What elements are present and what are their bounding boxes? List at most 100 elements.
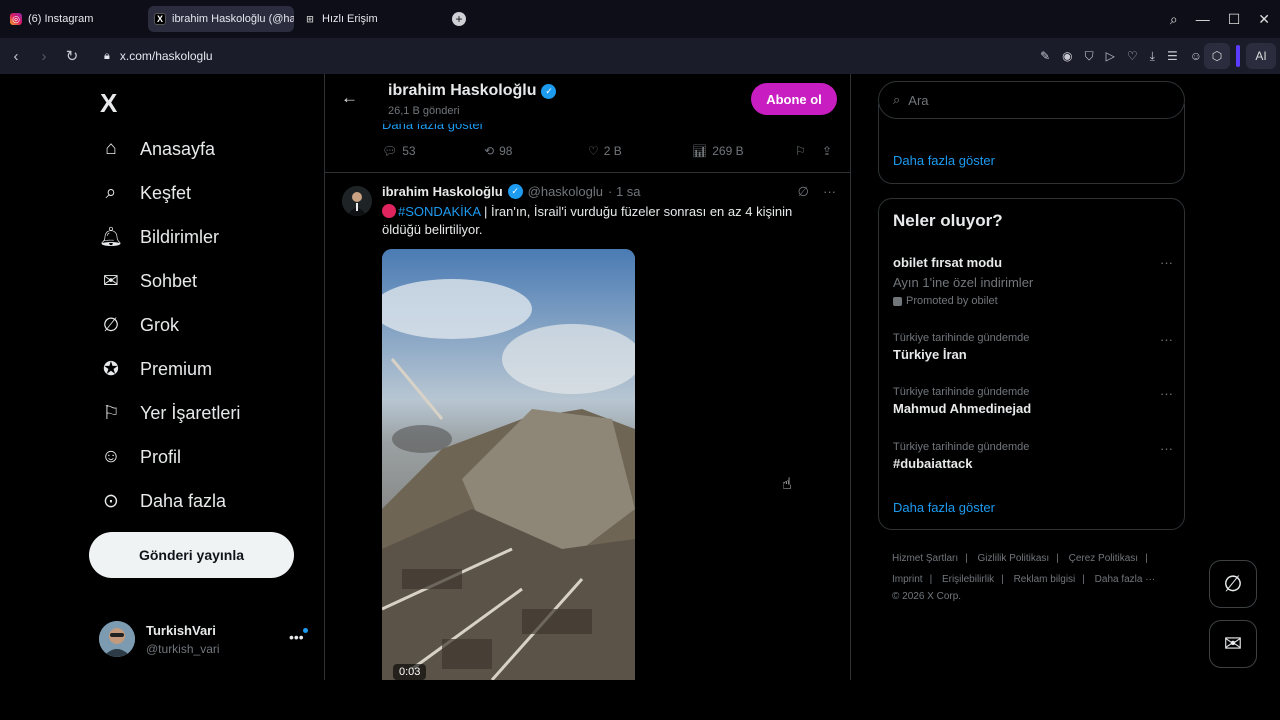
- show-more-link[interactable]: Daha fazla göster: [893, 153, 995, 168]
- lock-icon: 🔒︎: [104, 49, 110, 62]
- reply-button[interactable]: 💬︎ 53: [382, 144, 416, 158]
- minimize-icon[interactable]: —: [1196, 11, 1210, 27]
- profile-icon: ☺: [101, 446, 121, 467]
- red-circle-emoji-icon: [382, 204, 396, 218]
- repost-icon: ⟲: [484, 144, 495, 158]
- profile-timeline: ← ibrahim Haskoloğlu ✓ 26,1 B gönderi Ab…: [324, 74, 851, 680]
- repost-button[interactable]: ⟲ 98: [484, 144, 512, 158]
- footer-link[interactable]: Reklam bilgisi: [1014, 574, 1076, 585]
- post-count: 26,1 B gönderi: [388, 105, 460, 117]
- hand-cursor-icon: ☝: [782, 476, 792, 493]
- tweet-author-name[interactable]: ibrahim Haskoloğlu: [382, 184, 503, 199]
- x-logo-icon[interactable]: X: [100, 88, 117, 119]
- nav-home[interactable]: ⌂ Anasayfa: [100, 138, 215, 160]
- left-navigation: X ⌂ Anasayfa ⌕ Keşfet 🔔︎ Bildirimler ✉ S…: [0, 74, 324, 680]
- back-icon[interactable]: ‹: [2, 48, 30, 65]
- account-icon[interactable]: ☺: [1190, 49, 1202, 63]
- reload-icon[interactable]: ↻: [58, 47, 86, 65]
- account-switcher[interactable]: TurkishVari @turkish_vari •••: [99, 621, 314, 661]
- show-more-link[interactable]: Daha fazla göster: [893, 500, 995, 515]
- tweet-author-handle[interactable]: @haskologlu: [528, 184, 603, 199]
- messages-fab-button[interactable]: ✉: [1209, 620, 1257, 668]
- share-button[interactable]: ⇪: [822, 144, 832, 158]
- bookmark-icon: ⚐: [102, 402, 120, 424]
- close-icon[interactable]: ✕: [1258, 11, 1270, 28]
- play-icon[interactable]: ▷: [1106, 49, 1115, 63]
- more-icon[interactable]: ···: [823, 184, 836, 200]
- footer-link[interactable]: Hizmet Şartları: [892, 553, 958, 564]
- nav-explore[interactable]: ⌕ Keşfet: [100, 182, 191, 204]
- bookmark-button[interactable]: ⚐: [795, 144, 806, 158]
- more-icon[interactable]: ···: [1160, 386, 1173, 401]
- search-input[interactable]: ⌕ Ara: [878, 81, 1185, 119]
- tab-x-profile[interactable]: X ibrahim Haskoloğlu (@has: [148, 6, 294, 32]
- account-handle: @turkish_vari: [146, 642, 220, 656]
- trend-item[interactable]: Türkiye tarihinde gündemde Mahmud Ahmedi…: [893, 386, 1173, 416]
- tab-quick-access[interactable]: ⊞ Hızlı Erişim: [298, 6, 448, 32]
- x-icon: X: [154, 13, 166, 25]
- more-icon[interactable]: ···: [1160, 255, 1173, 270]
- window-controls: ⌕ — ☐ ✕: [1170, 0, 1280, 38]
- grok-fab-button[interactable]: ∅: [1209, 560, 1257, 608]
- letterbox-strip: [0, 680, 1280, 720]
- footer-link[interactable]: Çerez Politikası: [1069, 553, 1138, 564]
- mail-icon: ✉: [1223, 631, 1243, 656]
- nav-chat[interactable]: ✉ Sohbet: [100, 270, 197, 292]
- views-icon: 📊︎: [692, 144, 708, 158]
- camera-icon[interactable]: ◉: [1062, 49, 1072, 63]
- nav-premium[interactable]: ✪ Premium: [100, 358, 212, 380]
- shield-icon[interactable]: ⛉: [1085, 49, 1094, 64]
- new-tab-button[interactable]: +: [452, 12, 466, 26]
- footer-link[interactable]: Imprint: [892, 574, 923, 585]
- back-arrow-icon[interactable]: ←: [341, 88, 358, 108]
- heart-icon[interactable]: ♡: [1127, 49, 1138, 63]
- profile-name: ibrahim Haskoloğlu ✓: [388, 82, 557, 100]
- tweet-avatar[interactable]: [342, 186, 372, 216]
- download-icon[interactable]: ⤓: [1150, 49, 1155, 64]
- tab-instagram[interactable]: ◎ (6) Instagram: [4, 6, 144, 32]
- nav-grok[interactable]: ∅ Grok: [100, 314, 179, 336]
- cube-icon[interactable]: ⬡: [1204, 43, 1230, 69]
- footer-link[interactable]: Erişilebilirlik: [942, 574, 994, 585]
- copyright: © 2026 X Corp.: [892, 591, 962, 602]
- nav-bookmarks[interactable]: ⚐ Yer İşaretleri: [100, 402, 240, 424]
- nav-profile[interactable]: ☺ Profil: [100, 446, 181, 468]
- views-button[interactable]: 📊︎ 269 B: [692, 144, 744, 158]
- tweet-video[interactable]: 0:03: [382, 249, 635, 680]
- nav-more[interactable]: ⊙ Daha fazla: [100, 490, 226, 512]
- footer-link[interactable]: Daha fazla ···: [1095, 574, 1156, 585]
- nav-notifications[interactable]: 🔔︎ Bildirimler: [99, 226, 219, 249]
- like-button[interactable]: ♡ 2 B: [588, 144, 622, 158]
- menu-icon[interactable]: ☰: [1167, 49, 1178, 63]
- mail-icon: ✉: [103, 270, 119, 292]
- grok-icon[interactable]: ∅: [798, 184, 809, 200]
- maximize-icon[interactable]: ☐: [1228, 11, 1241, 28]
- address-bar: ‹ › ↻ 🔒︎ x.com/haskologlu ✎ ◉ ⛉ ▷ ♡ ⤓ ☰ …: [0, 38, 1280, 74]
- tweet-time[interactable]: · 1 sa: [608, 184, 641, 199]
- heart-icon: ♡: [588, 144, 599, 158]
- trend-item[interactable]: obilet fırsat modu Ayın 1'ine özel indir…: [893, 255, 1173, 307]
- footer-links: Hizmet Şartları | Gizlilik Politikası | Çe…: [892, 548, 1172, 604]
- avatar-image: [99, 621, 135, 657]
- footer-link[interactable]: Gizlilik Politikası: [978, 553, 1050, 564]
- verified-icon: ✓: [507, 184, 523, 199]
- more-icon[interactable]: ···: [1160, 332, 1173, 347]
- ai-button[interactable]: AI: [1246, 43, 1276, 69]
- tweet-actions: 💬︎ 53 ⟲ 98 ♡ 2 B 📊︎ 269 B ⚐ ⇪: [382, 144, 842, 164]
- more-icon[interactable]: ···: [1160, 441, 1173, 456]
- x-page: X ⌂ Anasayfa ⌕ Keşfet 🔔︎ Bildirimler ✉ S…: [0, 74, 1280, 680]
- search-tabs-icon[interactable]: ⌕: [1170, 11, 1178, 28]
- home-icon: ⌂: [105, 138, 117, 159]
- grok-icon: ∅: [102, 314, 120, 336]
- more-icon[interactable]: •••: [289, 629, 304, 645]
- forward-icon[interactable]: ›: [30, 48, 58, 65]
- subscribe-button[interactable]: Abone ol: [751, 83, 837, 115]
- search-icon: ⌕: [893, 92, 901, 107]
- reply-icon: 💬︎: [382, 144, 398, 158]
- trend-item[interactable]: Türkiye tarihinde gündemde #dubaiattack …: [893, 441, 1173, 471]
- trend-item[interactable]: Türkiye tarihinde gündemde Türkiye İran …: [893, 332, 1173, 362]
- edit-icon[interactable]: ✎: [1040, 49, 1050, 63]
- profile-header: ← ibrahim Haskoloğlu ✓ 26,1 B gönderi Ab…: [325, 74, 850, 124]
- hashtag-link[interactable]: #SONDAKİKA: [398, 204, 480, 219]
- post-button[interactable]: Gönderi yayınla: [89, 532, 294, 578]
